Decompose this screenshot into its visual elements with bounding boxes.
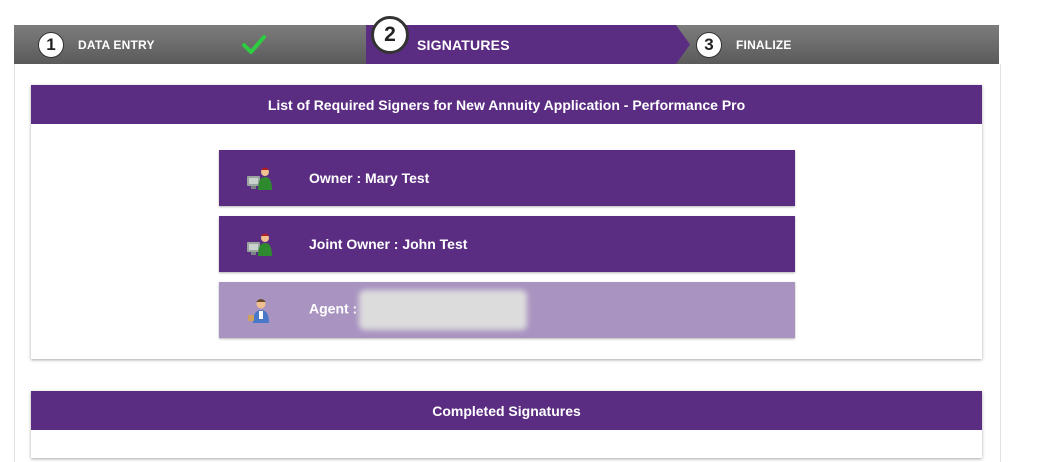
signer-label: Agent : <box>309 290 528 330</box>
step-signatures[interactable]: 2 SIGNATURES <box>371 15 510 64</box>
step-number: 2 <box>371 15 409 54</box>
person-computer-icon <box>247 233 272 256</box>
agent-icon <box>248 299 269 323</box>
step-finalize[interactable]: 3 FINALIZE <box>696 25 792 64</box>
redacted-name <box>359 290 528 330</box>
step-label: FINALIZE <box>736 37 792 52</box>
signer-label: Owner : Mary Test <box>309 170 430 186</box>
progress-stepper: 1 DATA ENTRY 2 SIGNATURES 3 FINALIZE <box>14 15 999 64</box>
signer-label: Joint Owner : John Test <box>309 236 468 252</box>
step-label: SIGNATURES <box>417 36 510 53</box>
required-signers-title: List of Required Signers for New Annuity… <box>31 85 982 124</box>
completed-signatures-panel: Completed Signatures <box>31 391 982 458</box>
step-number: 3 <box>696 31 722 58</box>
signer-agent[interactable]: Agent : <box>219 282 795 338</box>
signer-label-text: Agent : <box>309 300 358 317</box>
checkmark-icon <box>242 35 266 54</box>
step-number: 1 <box>38 31 64 58</box>
signer-owner[interactable]: Owner : Mary Test <box>219 150 795 206</box>
signer-joint-owner[interactable]: Joint Owner : John Test <box>219 216 795 272</box>
step-data-entry[interactable]: 1 DATA ENTRY <box>38 25 155 64</box>
step-label: DATA ENTRY <box>78 37 155 52</box>
required-signers-panel: List of Required Signers for New Annuity… <box>31 85 982 359</box>
completed-signatures-title: Completed Signatures <box>31 391 982 430</box>
person-computer-icon <box>247 167 272 190</box>
